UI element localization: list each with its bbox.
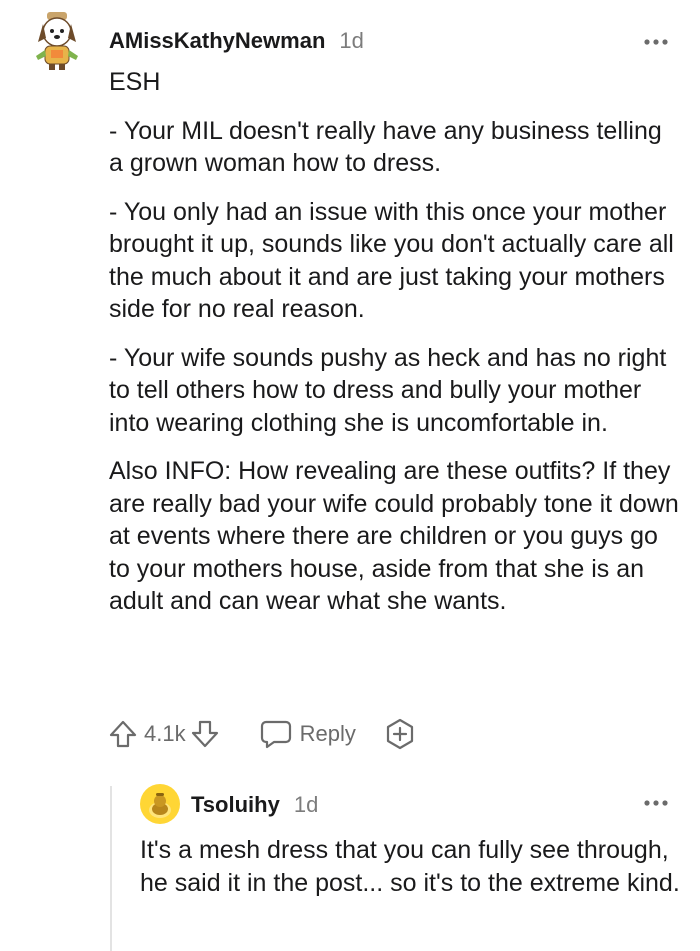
comment-author[interactable]: AMissKathyNewman xyxy=(109,28,325,54)
chat-bubble-icon xyxy=(260,720,291,749)
award-icon xyxy=(386,718,413,750)
reply-author[interactable]: Tsoluihy xyxy=(191,792,280,818)
comment-time: 1d xyxy=(339,28,364,53)
more-options-icon[interactable] xyxy=(643,798,669,808)
downvote-icon[interactable] xyxy=(190,719,220,749)
award-button[interactable] xyxy=(384,718,416,750)
comment-paragraph: - Your MIL doesn't really have any busin… xyxy=(109,116,662,178)
vote-score: 4.1k xyxy=(144,721,186,746)
comment-body: ESH - Your MIL doesn't really have any b… xyxy=(109,66,679,634)
user-avatar[interactable] xyxy=(32,10,82,72)
comment-actions: 4.1k Reply xyxy=(108,714,416,754)
more-options-icon[interactable] xyxy=(643,37,669,47)
reply-header: Tsoluihy 1d xyxy=(191,790,318,820)
thread-line[interactable] xyxy=(110,786,112,951)
reply-time: 1d xyxy=(293,792,319,817)
reply-avatar[interactable] xyxy=(140,784,180,824)
upvote-icon[interactable] xyxy=(108,719,138,749)
reply-body: It's a mesh dress that you can fully see… xyxy=(140,836,680,897)
comment-paragraph: ESH xyxy=(109,68,161,96)
reply-label: Reply xyxy=(299,721,356,746)
comment-header: AMissKathyNewman 1d xyxy=(109,26,364,56)
comment-paragraph: Also INFO: How revealing are these outfi… xyxy=(109,457,679,615)
reply-button[interactable]: Reply xyxy=(260,719,356,749)
comment-paragraph: - You only had an issue with this once y… xyxy=(109,197,674,324)
comment-paragraph: - Your wife sounds pushy as heck and has… xyxy=(109,343,667,437)
